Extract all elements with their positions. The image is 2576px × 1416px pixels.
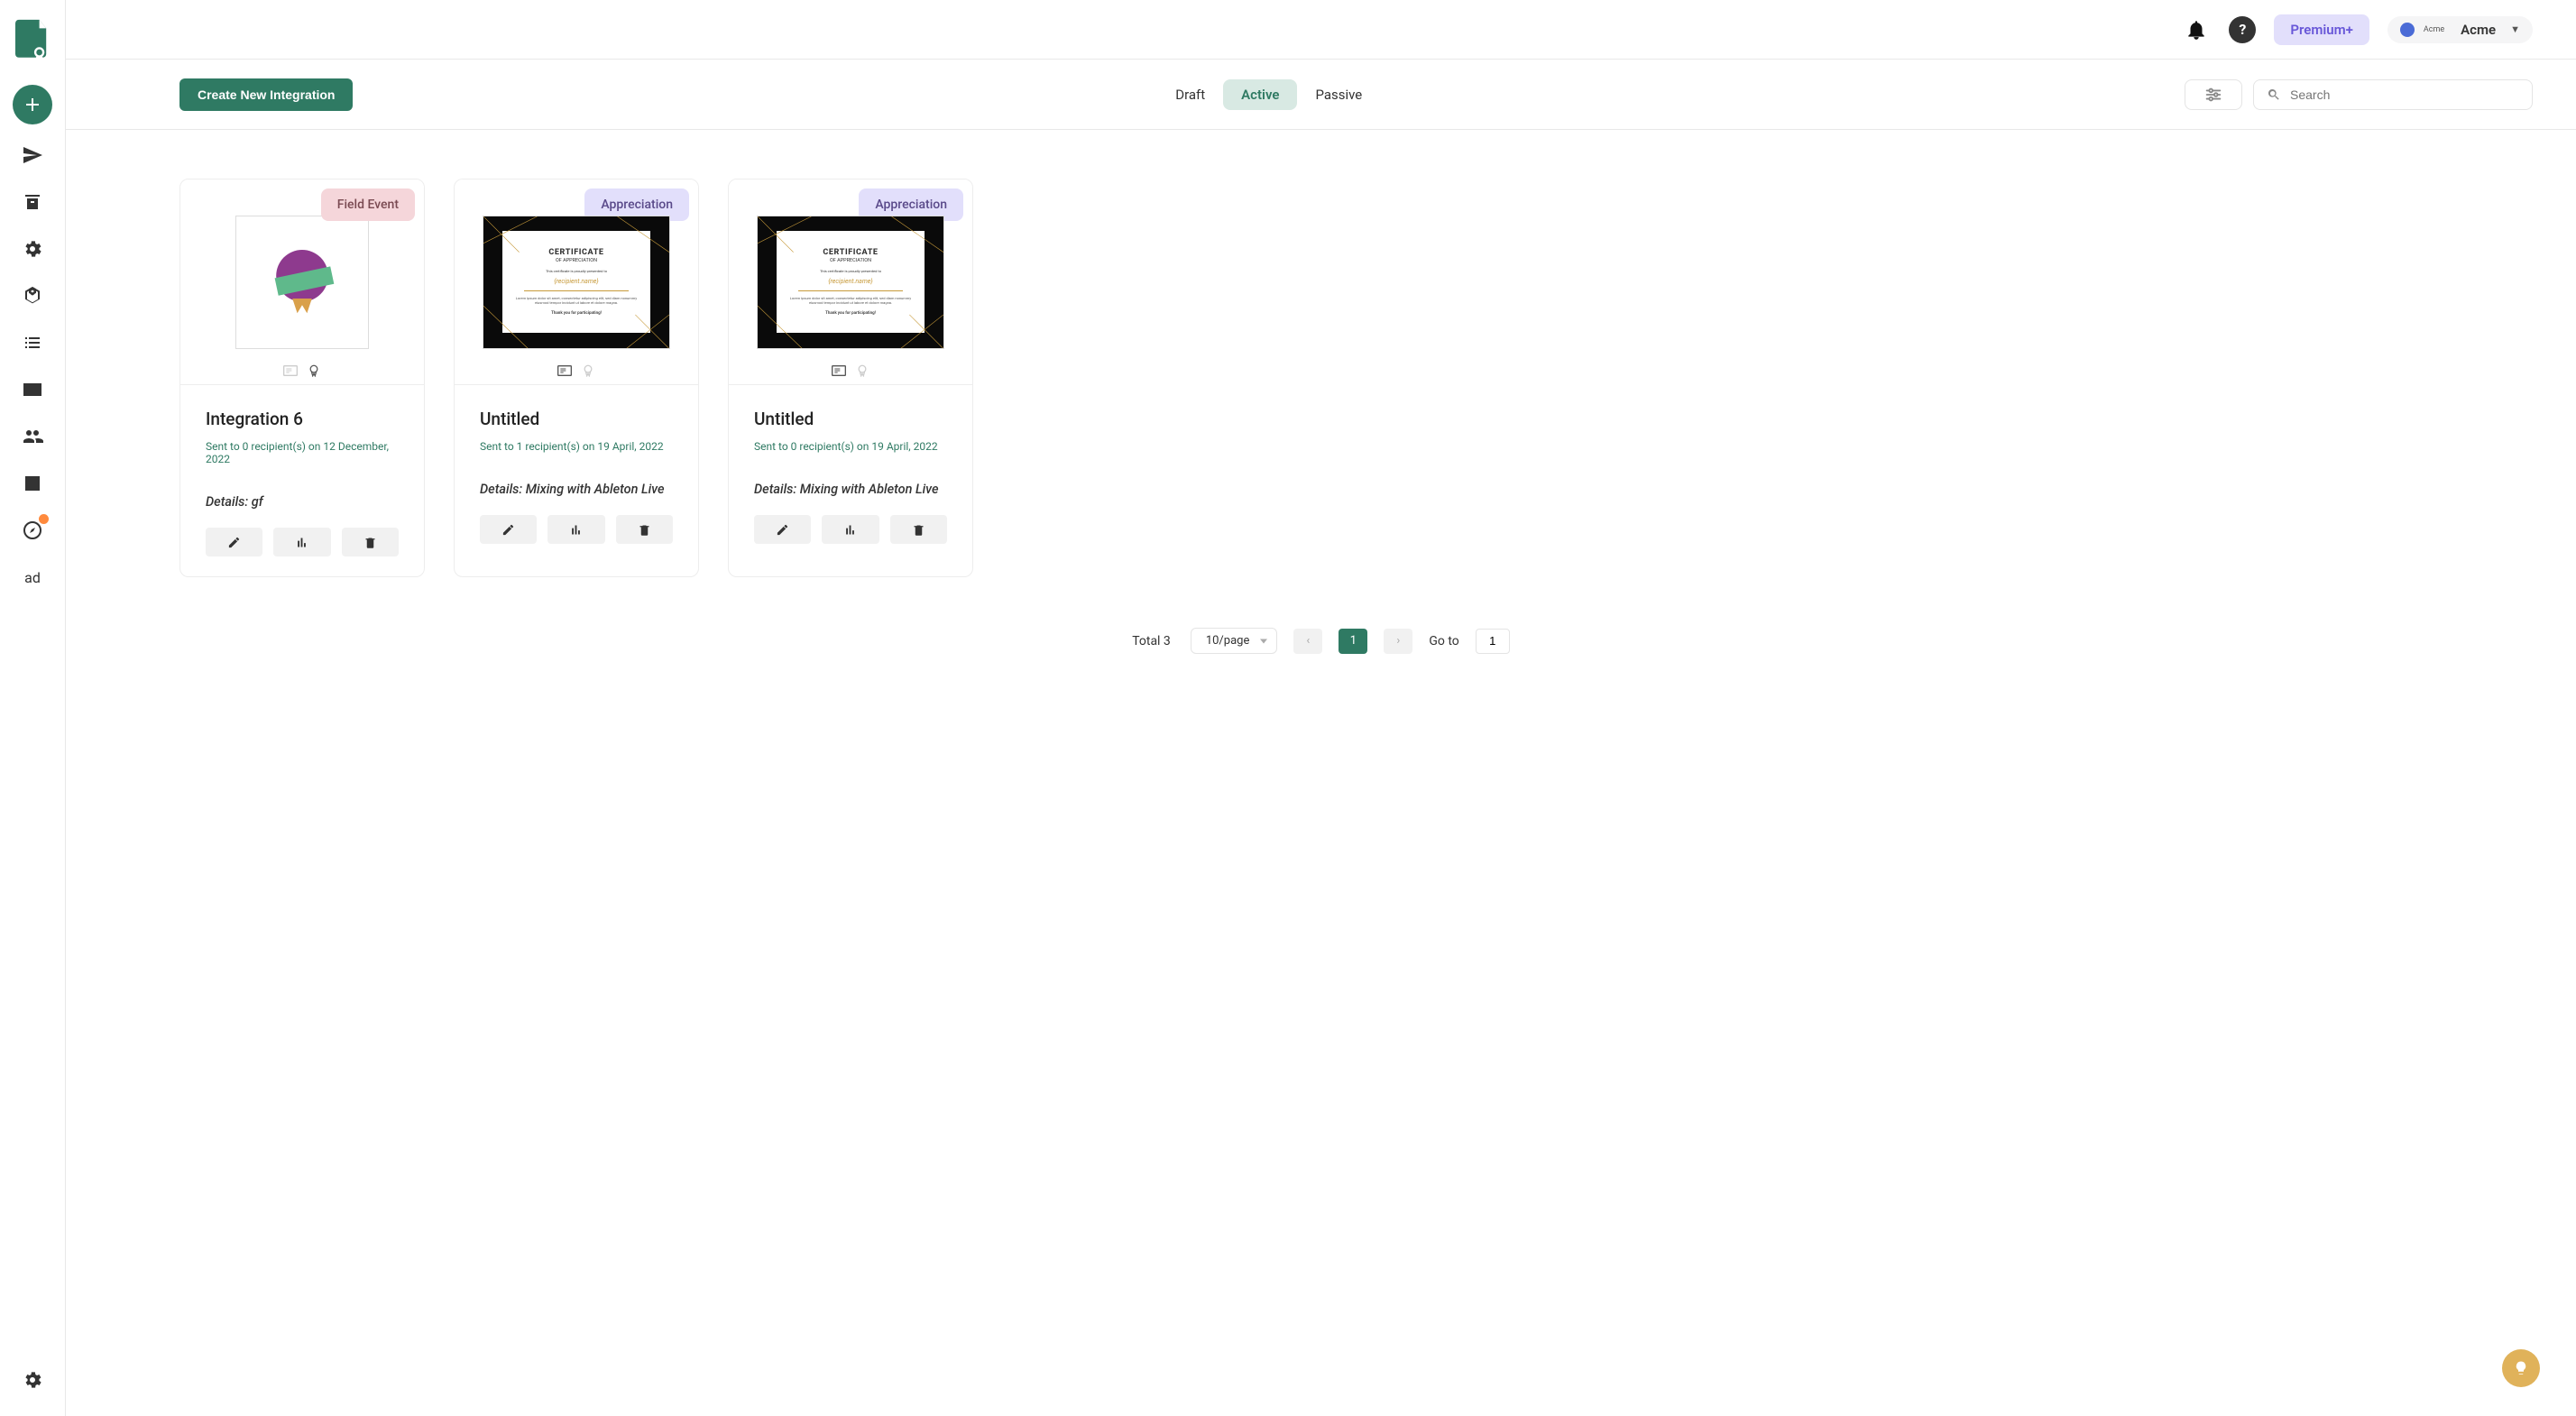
delete-button[interactable]: [616, 515, 673, 544]
card-meta: Sent to 0 recipient(s) on 12 December, 2…: [206, 440, 399, 465]
status-tabs: Draft Active Passive: [1157, 79, 1380, 110]
nav-settings-icon[interactable]: [13, 1360, 52, 1400]
page-size-select[interactable]: 10/page: [1191, 628, 1278, 654]
nav-integrations-icon[interactable]: [13, 229, 52, 269]
certificate-type-icon: [832, 364, 846, 377]
certificate-preview: CERTIFICATE OF APPRECIATION This certifi…: [757, 216, 944, 349]
tab-draft[interactable]: Draft: [1157, 79, 1223, 110]
certificate-preview: CERTIFICATE OF APPRECIATION This certifi…: [483, 216, 670, 349]
pagination-prev[interactable]: ‹: [1293, 629, 1322, 654]
card-meta: Sent to 1 recipient(s) on 19 April, 2022: [480, 440, 673, 453]
nav-mail-icon[interactable]: [13, 370, 52, 409]
card-meta: Sent to 0 recipient(s) on 19 April, 2022: [754, 440, 947, 453]
card-tag: Field Event: [321, 188, 415, 221]
notification-dot-icon: [39, 514, 49, 524]
topbar: ? Premium+ Acme Acme ▼: [66, 0, 2576, 60]
card-title: Integration 6: [206, 409, 399, 429]
integration-card[interactable]: Field Event Integration 6 Sent to 0 reci…: [179, 179, 425, 577]
nav-people-icon[interactable]: [13, 417, 52, 456]
card-title: Untitled: [754, 409, 947, 429]
stats-button[interactable]: [273, 528, 330, 556]
card-details: Details: gf: [206, 494, 399, 510]
create-button[interactable]: [13, 85, 52, 124]
nav-explore-icon[interactable]: [13, 510, 52, 550]
pagination-total: Total 3: [1132, 634, 1171, 648]
edit-button[interactable]: [206, 528, 262, 556]
badge-type-icon: [307, 364, 321, 377]
pagination-goto-label: Go to: [1429, 634, 1458, 648]
nav-list-icon[interactable]: [13, 323, 52, 363]
org-switcher[interactable]: Acme Acme ▼: [2387, 16, 2533, 43]
edit-button[interactable]: [480, 515, 537, 544]
notifications-icon[interactable]: [2182, 15, 2211, 44]
pagination: Total 3 10/page ‹ 1 › Go to: [179, 628, 2462, 654]
integration-card[interactable]: Appreciation CERTIFICATE OF APPRECIATION…: [728, 179, 973, 577]
pagination-goto-input[interactable]: [1476, 629, 1510, 654]
help-icon[interactable]: ?: [2229, 16, 2256, 43]
org-name: Acme: [2461, 22, 2496, 38]
create-integration-button[interactable]: Create New Integration: [179, 78, 353, 111]
filter-button[interactable]: [2185, 79, 2242, 110]
delete-button[interactable]: [890, 515, 947, 544]
nav-ad-icon[interactable]: ad: [13, 557, 52, 597]
chevron-down-icon: ▼: [2510, 23, 2520, 35]
tab-passive[interactable]: Passive: [1297, 79, 1380, 110]
nav-send-icon[interactable]: [13, 135, 52, 175]
certificate-type-icon: [283, 364, 298, 377]
search-box[interactable]: [2253, 79, 2533, 110]
stats-button[interactable]: [822, 515, 879, 544]
nav-archive-icon[interactable]: [13, 182, 52, 222]
toolbar: Create New Integration Draft Active Pass…: [66, 60, 2576, 130]
org-logo-text: Acme: [2424, 25, 2444, 34]
card-details: Details: Mixing with Ableton Live: [754, 482, 947, 497]
pagination-page-1[interactable]: 1: [1339, 629, 1367, 654]
search-input[interactable]: [2290, 87, 2519, 102]
badge-type-icon: [855, 364, 869, 377]
pagination-next[interactable]: ›: [1384, 629, 1412, 654]
tab-active[interactable]: Active: [1223, 79, 1297, 110]
certificate-type-icon: [557, 364, 572, 377]
premium-button[interactable]: Premium+: [2274, 14, 2369, 45]
edit-button[interactable]: [754, 515, 811, 544]
card-details: Details: Mixing with Ableton Live: [480, 482, 673, 497]
nav-badge-icon[interactable]: [13, 276, 52, 316]
help-fab[interactable]: [2502, 1349, 2540, 1387]
org-logo-icon: [2400, 23, 2415, 37]
app-logo[interactable]: [15, 18, 50, 60]
card-title: Untitled: [480, 409, 673, 429]
search-icon: [2267, 87, 2281, 102]
sidebar: ad: [0, 0, 66, 1416]
delete-button[interactable]: [342, 528, 399, 556]
integration-card[interactable]: Appreciation CERTIFICATE OF APPRECIATION…: [454, 179, 699, 577]
badge-preview: [235, 216, 369, 349]
badge-type-icon: [581, 364, 595, 377]
stats-button[interactable]: [547, 515, 604, 544]
nav-analytics-icon[interactable]: [13, 464, 52, 503]
